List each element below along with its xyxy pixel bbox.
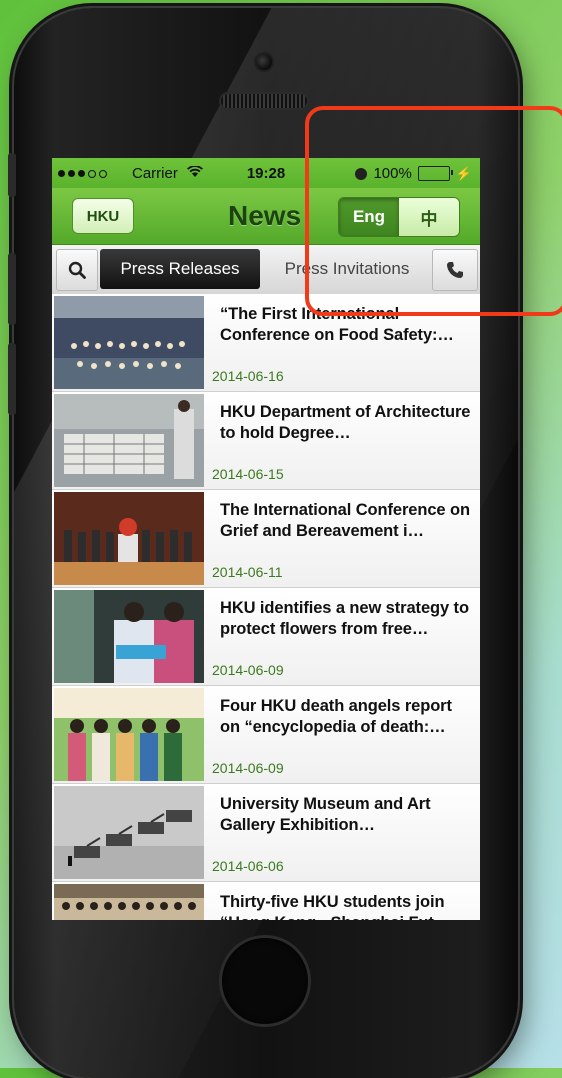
list-item[interactable]: HKU Department of Architecture to hold D…: [52, 392, 480, 490]
article-date: 2014-06-09: [212, 662, 284, 678]
search-icon: [68, 261, 86, 279]
list-item[interactable]: The International Conference on Grief an…: [52, 490, 480, 588]
status-right: 100% ⚡: [355, 165, 472, 182]
page-title: News: [228, 200, 302, 231]
article-title: The International Conference on Grief an…: [220, 501, 470, 540]
volume-up-button: [8, 253, 16, 325]
app-screen: Carrier 19:28 100% ⚡ HKU News Eng 中 Pres…: [52, 158, 480, 920]
article-thumbnail: [54, 590, 204, 683]
article-thumbnail: [54, 688, 204, 781]
list-item[interactable]: HKU identifies a new strategy to protect…: [52, 588, 480, 686]
article-date: 2014-06-09: [212, 760, 284, 776]
earpiece-speaker: [221, 94, 307, 108]
article-title: Thirty-five HKU students join “Hong Kong…: [220, 893, 450, 920]
language-switcher[interactable]: Eng 中: [338, 197, 460, 237]
charging-bolt-icon: ⚡: [455, 165, 472, 181]
article-title: HKU Department of Architecture to hold D…: [220, 403, 471, 442]
list-item[interactable]: “The First International Conference on F…: [52, 294, 480, 392]
article-title: University Museum and Art Gallery Exhibi…: [220, 795, 431, 834]
article-title: “The First International Conference on F…: [220, 305, 454, 344]
list-item[interactable]: Four HKU death angels report on “encyclo…: [52, 686, 480, 784]
phone-icon: [447, 262, 463, 278]
article-thumbnail: [54, 884, 204, 920]
volume-down-button: [8, 343, 16, 415]
list-item[interactable]: Thirty-five HKU students join “Hong Kong…: [52, 882, 480, 920]
article-thumbnail: [54, 492, 204, 585]
navigation-bar: HKU News Eng 中: [52, 188, 480, 245]
article-date: 2014-06-15: [212, 466, 284, 482]
article-title: HKU identifies a new strategy to protect…: [220, 599, 469, 638]
mute-switch: [8, 153, 16, 197]
article-date: 2014-06-06: [212, 858, 284, 874]
lang-chinese-button[interactable]: 中: [399, 198, 459, 236]
home-button[interactable]: [222, 938, 308, 1024]
alarm-icon: [355, 167, 368, 180]
front-camera: [256, 54, 272, 70]
tab-press-invitations[interactable]: Press Invitations: [264, 249, 430, 289]
article-date: 2014-06-16: [212, 368, 284, 384]
contact-tab[interactable]: [432, 249, 478, 291]
lang-eng-button[interactable]: Eng: [339, 198, 399, 236]
search-tab[interactable]: [56, 249, 98, 291]
category-tabs: Press Releases Press Invitations: [52, 245, 480, 296]
article-thumbnail: [54, 394, 204, 487]
list-item[interactable]: University Museum and Art Gallery Exhibi…: [52, 784, 480, 882]
tab-press-releases[interactable]: Press Releases: [100, 249, 260, 289]
article-thumbnail: [54, 296, 204, 389]
battery-icon: [417, 166, 453, 181]
article-thumbnail: [54, 786, 204, 879]
news-list[interactable]: “The First International Conference on F…: [52, 294, 480, 920]
battery-percent: 100%: [373, 165, 412, 182]
hku-button[interactable]: HKU: [72, 198, 134, 234]
article-title: Four HKU death angels report on “encyclo…: [220, 697, 452, 736]
article-date: 2014-06-11: [212, 564, 283, 580]
status-bar: Carrier 19:28 100% ⚡: [52, 158, 480, 188]
